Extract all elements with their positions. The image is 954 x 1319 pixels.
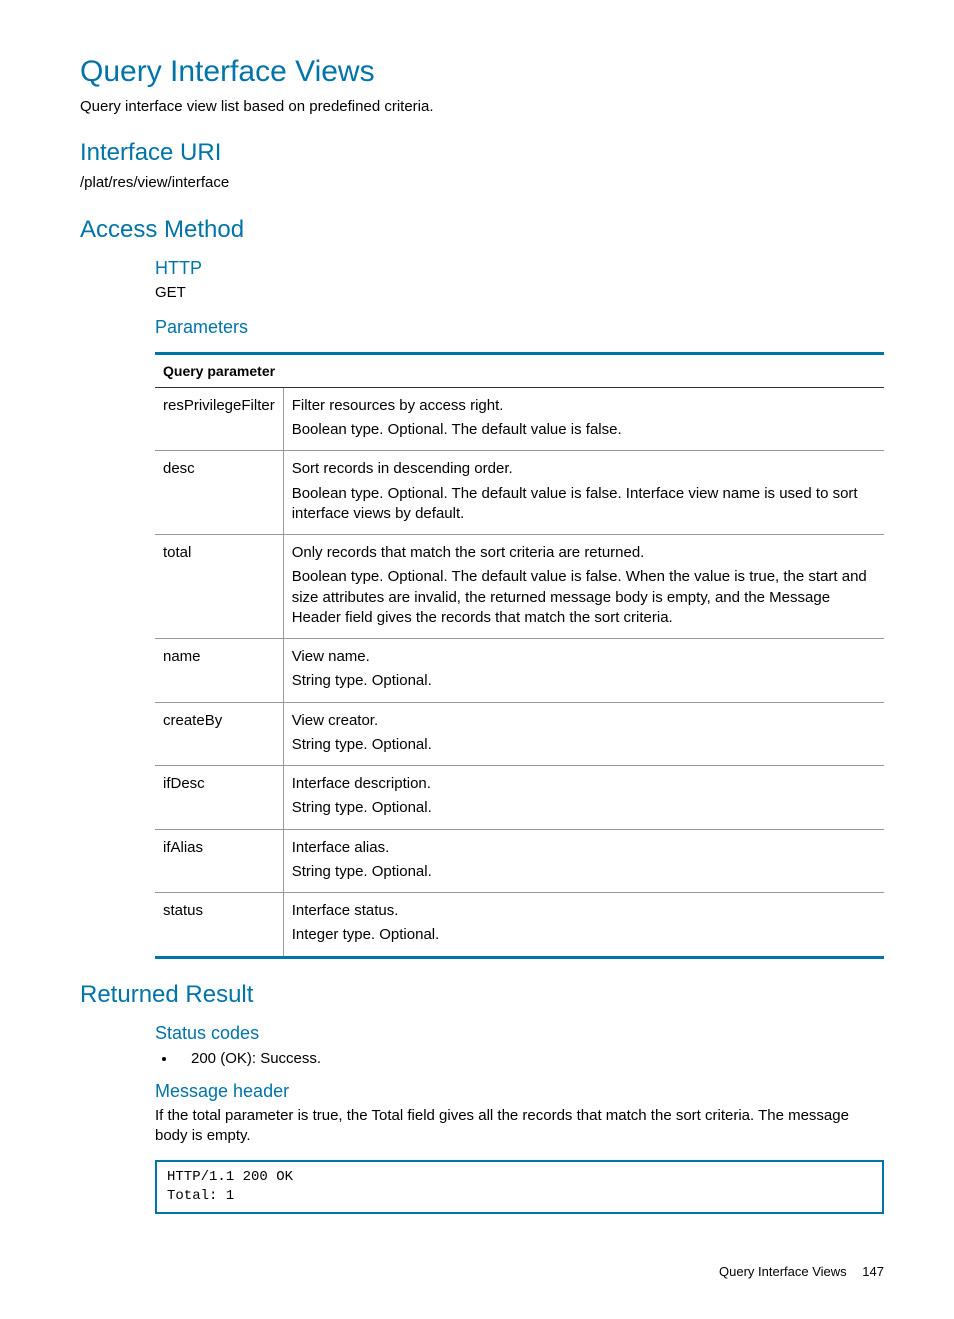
access-method-heading: Access Method [80, 216, 884, 244]
code-block: HTTP/1.1 200 OK Total: 1 [155, 1160, 884, 1214]
param-name: resPrivilegeFilter [155, 387, 283, 451]
http-label: HTTP [155, 258, 884, 279]
table-row: name View name. String type. Optional. [155, 639, 884, 703]
table-row: status Interface status. Integer type. O… [155, 893, 884, 958]
message-header-label: Message header [155, 1081, 884, 1102]
parameters-label: Parameters [155, 317, 884, 338]
param-name: desc [155, 451, 283, 535]
table-row: createBy View creator. String type. Opti… [155, 702, 884, 766]
intro-text: Query interface view list based on prede… [80, 97, 884, 117]
returned-result-heading: Returned Result [80, 981, 884, 1009]
page-number: 147 [862, 1264, 884, 1279]
param-name: name [155, 639, 283, 703]
param-name: status [155, 893, 283, 958]
page-footer: Query Interface Views 147 [80, 1264, 884, 1279]
table-row: total Only records that match the sort c… [155, 535, 884, 639]
param-name: total [155, 535, 283, 639]
param-desc: View name. String type. Optional. [283, 639, 884, 703]
param-desc: View creator. String type. Optional. [283, 702, 884, 766]
page-title: Query Interface Views [80, 55, 884, 89]
param-desc: Sort records in descending order. Boolea… [283, 451, 884, 535]
table-row: ifAlias Interface alias. String type. Op… [155, 829, 884, 893]
interface-uri-value: /plat/res/view/interface [80, 173, 884, 193]
table-row: desc Sort records in descending order. B… [155, 451, 884, 535]
status-codes-label: Status codes [155, 1023, 884, 1044]
footer-label: Query Interface Views [719, 1264, 847, 1279]
param-desc: Only records that match the sort criteri… [283, 535, 884, 639]
param-name: ifDesc [155, 766, 283, 830]
status-codes-list: 200 (OK): Success. [177, 1050, 884, 1067]
param-name: ifAlias [155, 829, 283, 893]
status-code-item: 200 (OK): Success. [177, 1050, 884, 1067]
param-desc: Filter resources by access right. Boolea… [283, 387, 884, 451]
interface-uri-heading: Interface URI [80, 139, 884, 167]
message-header-text: If the total parameter is true, the Tota… [155, 1106, 884, 1147]
param-name: createBy [155, 702, 283, 766]
table-row: resPrivilegeFilter Filter resources by a… [155, 387, 884, 451]
http-method-value: GET [155, 283, 884, 303]
parameters-table: Query parameter resPrivilegeFilter Filte… [155, 352, 884, 959]
table-row: ifDesc Interface description. String typ… [155, 766, 884, 830]
param-desc: Interface status. Integer type. Optional… [283, 893, 884, 958]
param-desc: Interface description. String type. Opti… [283, 766, 884, 830]
table-header: Query parameter [155, 353, 884, 387]
param-desc: Interface alias. String type. Optional. [283, 829, 884, 893]
